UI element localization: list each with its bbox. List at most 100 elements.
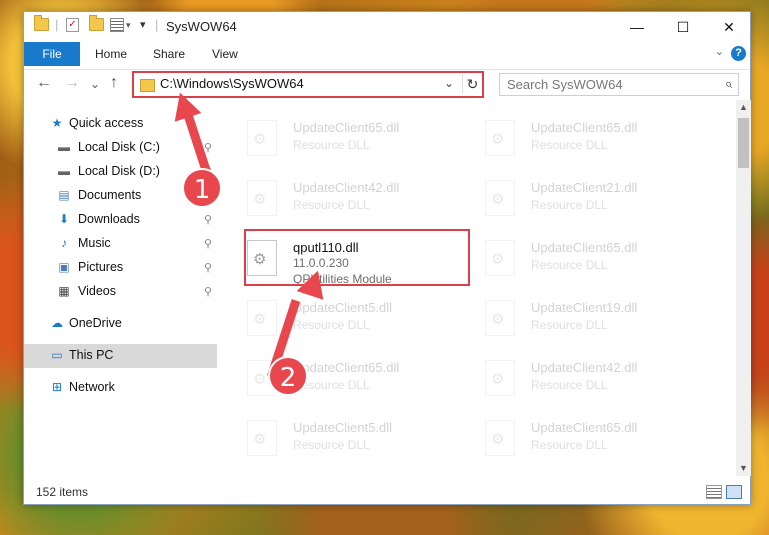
recent-locations-icon[interactable]: ⌄ (90, 77, 100, 91)
pin-icon[interactable]: ⚲ (204, 141, 212, 154)
pictures-icon: ▣ (58, 260, 70, 274)
sidebar-item-label: Local Disk (C:) (78, 140, 160, 154)
list-item[interactable]: UpdateClient5.dll Resource DLL (231, 292, 461, 344)
scroll-up-icon[interactable]: ▲ (736, 100, 751, 115)
list-item[interactable]: UpdateClient19.dll Resource DLL (469, 292, 699, 344)
new-folder-icon[interactable] (89, 15, 104, 31)
list-item[interactable]: UpdateClient42.dll Resource DLL (469, 352, 699, 404)
folder-icon (34, 15, 49, 31)
help-icon[interactable]: ? (731, 46, 746, 61)
file-description: Resource DLL (531, 378, 608, 392)
list-item[interactable]: UpdateClient65.dll Resource DLL (231, 112, 461, 164)
sidebar-item-this-pc[interactable]: ▭ This PC (24, 344, 217, 368)
file-name: UpdateClient65.dll (293, 120, 400, 135)
properties-checkmark-icon[interactable]: ✓ (66, 18, 79, 32)
scroll-down-icon[interactable]: ▼ (736, 461, 751, 476)
file-name: UpdateClient42.dll (531, 360, 638, 375)
sidebar-item-videos[interactable]: ▦ Videos ⚲ (24, 280, 217, 304)
item-count: 152 items (36, 485, 89, 499)
selected-file-highlight (244, 229, 470, 286)
file-name: UpdateClient19.dll (531, 300, 638, 315)
sidebar-item-onedrive[interactable]: ☁ OneDrive (24, 312, 217, 336)
pin-icon[interactable]: ⚲ (204, 237, 212, 250)
details-view-icon[interactable] (706, 485, 722, 499)
scrollbar-thumb[interactable] (738, 118, 749, 168)
file-name: UpdateClient5.dll (293, 300, 393, 315)
close-button[interactable]: ✕ (706, 12, 752, 42)
up-arrow-icon[interactable]: ↑ (110, 74, 118, 92)
list-item[interactable]: UpdateClient5.dll Resource DLL (231, 412, 461, 464)
pin-icon[interactable]: ⚲ (204, 285, 212, 298)
document-icon: ▤ (58, 188, 70, 202)
file-description: Resource DLL (531, 138, 608, 152)
computer-icon: ▭ (51, 348, 63, 362)
list-item[interactable]: UpdateClient65.dll Resource DLL (469, 112, 699, 164)
tab-view[interactable]: View (212, 42, 238, 66)
star-icon: ★ (51, 116, 63, 130)
quick-access-dropdown-icon[interactable]: ▾ (140, 18, 146, 31)
sidebar-item-downloads[interactable]: ⬇ Downloads ⚲ (24, 208, 217, 232)
sidebar-item-label: Pictures (78, 260, 124, 274)
sidebar-item-label: OneDrive (69, 316, 122, 330)
file-description: Resource DLL (293, 198, 370, 212)
address-dropdown-icon[interactable]: ⌄ (444, 76, 454, 90)
dll-file-icon (485, 120, 515, 156)
maximize-button[interactable]: ☐ (660, 12, 706, 42)
folder-icon (140, 79, 155, 92)
sidebar-item-label: Documents (78, 188, 142, 202)
tiles-view-icon[interactable] (726, 485, 742, 499)
search-input[interactable]: Search SysWOW64 ⌕ (499, 73, 739, 96)
customize-toolbar-icon[interactable]: ▾ (110, 18, 131, 32)
window-title: SysWOW64 (166, 19, 237, 34)
separator: | (155, 17, 159, 32)
sidebar-item-network[interactable]: ⊞ Network (24, 376, 217, 400)
expand-ribbon-icon[interactable]: ⌄ (715, 45, 724, 58)
search-icon[interactable]: ⌕ (725, 76, 732, 92)
tab-file[interactable]: File (24, 42, 80, 66)
file-name: UpdateClient42.dll (293, 180, 400, 195)
file-description: Resource DLL (293, 138, 370, 152)
file-description: Resource DLL (531, 198, 608, 212)
sidebar-item-music[interactable]: ♪ Music ⚲ (24, 232, 217, 256)
address-path[interactable]: C:\Windows\SysWOW64 (160, 76, 304, 91)
dll-file-icon (485, 420, 515, 456)
vertical-scrollbar[interactable]: ▲ ▼ (736, 100, 751, 476)
dll-file-icon (247, 180, 277, 216)
file-name: UpdateClient65.dll (531, 120, 638, 135)
sidebar-item-label: Quick access (69, 116, 144, 130)
drive-icon: ▬ (58, 164, 70, 178)
pin-icon[interactable]: ⚲ (204, 213, 212, 226)
minimize-button[interactable]: — (614, 12, 660, 42)
list-item[interactable]: UpdateClient42.dll Resource DLL (231, 172, 461, 224)
forward-arrow-icon[interactable]: → (64, 74, 80, 92)
tab-share[interactable]: Share (153, 42, 185, 66)
title-bar[interactable]: | ✓ ▾ ▾ | SysWOW64 — ☐ ✕ (24, 12, 750, 42)
cloud-icon: ☁ (51, 316, 63, 330)
network-icon: ⊞ (51, 380, 63, 394)
file-name: UpdateClient65.dll (531, 240, 638, 255)
ribbon-tabs: File Home Share View ⌄ ? (24, 42, 750, 66)
explorer-window: | ✓ ▾ ▾ | SysWOW64 — ☐ ✕ File Home Share… (23, 11, 751, 505)
list-item[interactable]: UpdateClient65.dll Resource DLL (469, 232, 699, 284)
download-icon: ⬇ (58, 212, 70, 226)
dll-file-icon (247, 120, 277, 156)
file-name: UpdateClient21.dll (531, 180, 638, 195)
pin-icon[interactable]: ⚲ (204, 261, 212, 274)
list-item[interactable]: UpdateClient21.dll Resource DLL (469, 172, 699, 224)
list-item[interactable]: UpdateClient65.dll Resource DLL (231, 352, 461, 404)
sidebar-item-local-disk-c[interactable]: ▬ Local Disk (C:) ⚲ (24, 136, 217, 160)
video-icon: ▦ (58, 284, 70, 298)
search-placeholder: Search SysWOW64 (507, 77, 623, 92)
file-name: UpdateClient5.dll (293, 420, 393, 435)
tab-home[interactable]: Home (95, 42, 127, 66)
sidebar-item-label: Downloads (78, 212, 140, 226)
status-bar: 152 items (24, 478, 750, 504)
sidebar-item-label: Music (78, 236, 111, 250)
sidebar-item-label: Videos (78, 284, 116, 298)
file-description: Resource DLL (293, 438, 370, 452)
sidebar-item-pictures[interactable]: ▣ Pictures ⚲ (24, 256, 217, 280)
refresh-icon[interactable]: ↻ (462, 74, 482, 94)
back-arrow-icon[interactable]: ← (36, 74, 52, 92)
list-item[interactable]: UpdateClient65.dll Resource DLL (469, 412, 699, 464)
dll-file-icon (485, 180, 515, 216)
